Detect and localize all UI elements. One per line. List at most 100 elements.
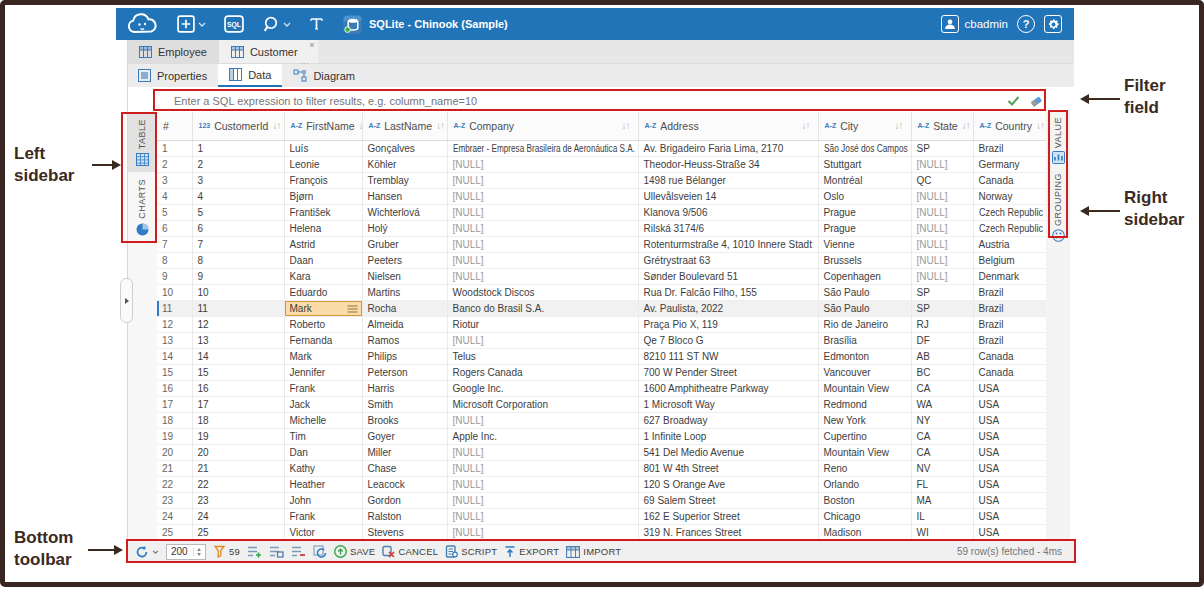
table-cell[interactable]: Orlando xyxy=(818,476,911,492)
row-number-cell[interactable]: 18 xyxy=(157,412,192,428)
table-cell[interactable]: Rilská 3174/6 xyxy=(638,220,818,236)
table-cell[interactable]: Tim xyxy=(284,428,362,444)
table-cell[interactable]: Astrid xyxy=(284,236,362,252)
table-cell[interactable]: Brazil xyxy=(973,284,1046,300)
table-cell[interactable]: Jack xyxy=(284,396,362,412)
table-cell[interactable]: Austria xyxy=(973,236,1046,252)
sort-icon[interactable]: ↓↑ xyxy=(802,120,810,131)
tab-diagram[interactable]: Diagram xyxy=(282,64,366,87)
table-cell[interactable]: 2 xyxy=(192,156,284,172)
table-cell[interactable]: SP xyxy=(911,140,973,156)
table-cell[interactable]: 162 E Superior Street xyxy=(638,508,818,524)
table-cell[interactable]: Microsoft Corporation xyxy=(447,396,638,412)
table-cell[interactable]: Grétrystraat 63 xyxy=(638,252,818,268)
table-cell[interactable]: 19 xyxy=(192,428,284,444)
table-cell[interactable]: Stevens xyxy=(362,524,447,540)
table-row[interactable]: 1111MarkRochaBanco do Brasil S.A.Av. Pau… xyxy=(157,300,1046,316)
table-cell[interactable]: 18 xyxy=(192,412,284,428)
table-cell[interactable]: 319 N. Frances Street xyxy=(638,524,818,540)
connection-selector[interactable]: SQLite - Chinook (Sample) xyxy=(333,15,518,34)
table-cell[interactable]: Leacock xyxy=(362,476,447,492)
table-cell[interactable]: [NULL] xyxy=(911,188,973,204)
table-row[interactable]: 1313FernandaRamos[NULL]Qe 7 Bloco GBrasí… xyxy=(157,332,1046,348)
delete-row-icon[interactable] xyxy=(291,545,306,558)
table-cell[interactable]: Boston xyxy=(818,492,911,508)
column-header-address[interactable]: A-ZAddress↓↑ xyxy=(638,112,818,140)
table-cell[interactable]: São Paulo xyxy=(818,284,911,300)
table-cell[interactable]: Smith xyxy=(362,396,447,412)
row-number-cell[interactable]: 7 xyxy=(157,236,192,252)
table-cell[interactable]: 11 xyxy=(192,300,284,316)
row-number-cell[interactable]: 11 xyxy=(157,300,192,316)
row-number-cell[interactable]: 4 xyxy=(157,188,192,204)
table-cell[interactable]: USA xyxy=(973,428,1046,444)
table-cell[interactable]: 69 Salem Street xyxy=(638,492,818,508)
table-cell[interactable]: [NULL] xyxy=(447,204,638,220)
table-cell[interactable]: 12 xyxy=(192,316,284,332)
table-cell[interactable]: Mountain View xyxy=(818,380,911,396)
table-cell[interactable]: São José dos Campos xyxy=(818,140,911,156)
sql-editor-button[interactable]: SQL xyxy=(215,8,253,40)
row-number-cell[interactable]: 2 xyxy=(157,156,192,172)
table-cell[interactable]: [NULL] xyxy=(447,188,638,204)
table-cell[interactable]: Gonçalves xyxy=(362,140,447,156)
table-cell[interactable]: Rocha xyxy=(362,300,447,316)
table-cell[interactable]: Madison xyxy=(818,524,911,540)
row-number-cell[interactable]: 3 xyxy=(157,172,192,188)
table-cell[interactable]: Köhler xyxy=(362,156,447,172)
table-cell[interactable]: 627 Broadway xyxy=(638,412,818,428)
table-cell[interactable]: Frank xyxy=(284,508,362,524)
table-cell[interactable]: [NULL] xyxy=(447,524,638,540)
table-cell[interactable]: [NULL] xyxy=(447,156,638,172)
table-cell[interactable]: Norway xyxy=(973,188,1046,204)
table-cell[interactable]: 541 Del Medio Avenue xyxy=(638,444,818,460)
table-cell[interactable]: 17 xyxy=(192,396,284,412)
table-cell[interactable]: 1 Microsoft Way xyxy=(638,396,818,412)
cell-menu-icon[interactable] xyxy=(347,304,358,315)
table-cell[interactable]: USA xyxy=(973,396,1046,412)
apply-filter-icon[interactable] xyxy=(1007,95,1020,106)
table-cell[interactable]: Kara xyxy=(284,268,362,284)
row-number-cell[interactable]: 5 xyxy=(157,204,192,220)
table-cell[interactable]: Embraer - Empresa Brasileira de Aeronáut… xyxy=(447,140,638,156)
table-cell[interactable]: Brussels xyxy=(818,252,911,268)
table-cell[interactable]: Reno xyxy=(818,460,911,476)
table-cell[interactable]: Hansen xyxy=(362,188,447,204)
table-cell[interactable]: 24 xyxy=(192,508,284,524)
table-cell[interactable]: Ullevålsveien 14 xyxy=(638,188,818,204)
table-cell[interactable]: Germany xyxy=(973,156,1046,172)
table-cell[interactable]: [NULL] xyxy=(447,412,638,428)
table-cell[interactable]: Praça Pio X, 119 xyxy=(638,316,818,332)
table-cell[interactable]: [NULL] xyxy=(911,236,973,252)
filter-input[interactable] xyxy=(167,95,1007,107)
table-cell[interactable]: [NULL] xyxy=(447,444,638,460)
table-cell[interactable]: Canada xyxy=(973,172,1046,188)
sidebar-item-charts[interactable]: CHARTS xyxy=(127,172,157,242)
table-cell[interactable]: 23 xyxy=(192,492,284,508)
table-cell[interactable]: [NULL] xyxy=(447,172,638,188)
stepper-icon[interactable] xyxy=(193,548,204,556)
table-row[interactable]: 2525VictorStevens[NULL]319 N. Frances St… xyxy=(157,524,1046,540)
row-number-cell[interactable]: 23 xyxy=(157,492,192,508)
table-cell[interactable]: Klanova 9/506 xyxy=(638,204,818,220)
table-cell[interactable]: Peterson xyxy=(362,364,447,380)
table-cell[interactable]: Qe 7 Bloco G xyxy=(638,332,818,348)
row-number-cell[interactable]: 19 xyxy=(157,428,192,444)
table-cell[interactable]: Ramos xyxy=(362,332,447,348)
table-cell[interactable]: Oslo xyxy=(818,188,911,204)
table-cell[interactable]: [NULL] xyxy=(447,236,638,252)
table-cell[interactable]: Harris xyxy=(362,380,447,396)
help-button[interactable]: ? xyxy=(1017,15,1035,33)
table-cell[interactable]: [NULL] xyxy=(911,252,973,268)
table-cell[interactable]: DF xyxy=(911,332,973,348)
table-cell[interactable]: František xyxy=(284,204,362,220)
table-cell[interactable]: Holý xyxy=(362,220,447,236)
table-cell[interactable]: Leonie xyxy=(284,156,362,172)
column-header-rownum[interactable]: # xyxy=(157,112,192,140)
table-cell[interactable]: 120 S Orange Ave xyxy=(638,476,818,492)
table-cell[interactable]: Mountain View xyxy=(818,444,911,460)
table-cell[interactable]: QC xyxy=(911,172,973,188)
table-cell[interactable]: Av. Brigadeiro Faria Lima, 2170 xyxy=(638,140,818,156)
table-cell[interactable]: Banco do Brasil S.A. xyxy=(447,300,638,316)
table-cell[interactable]: [NULL] xyxy=(447,268,638,284)
